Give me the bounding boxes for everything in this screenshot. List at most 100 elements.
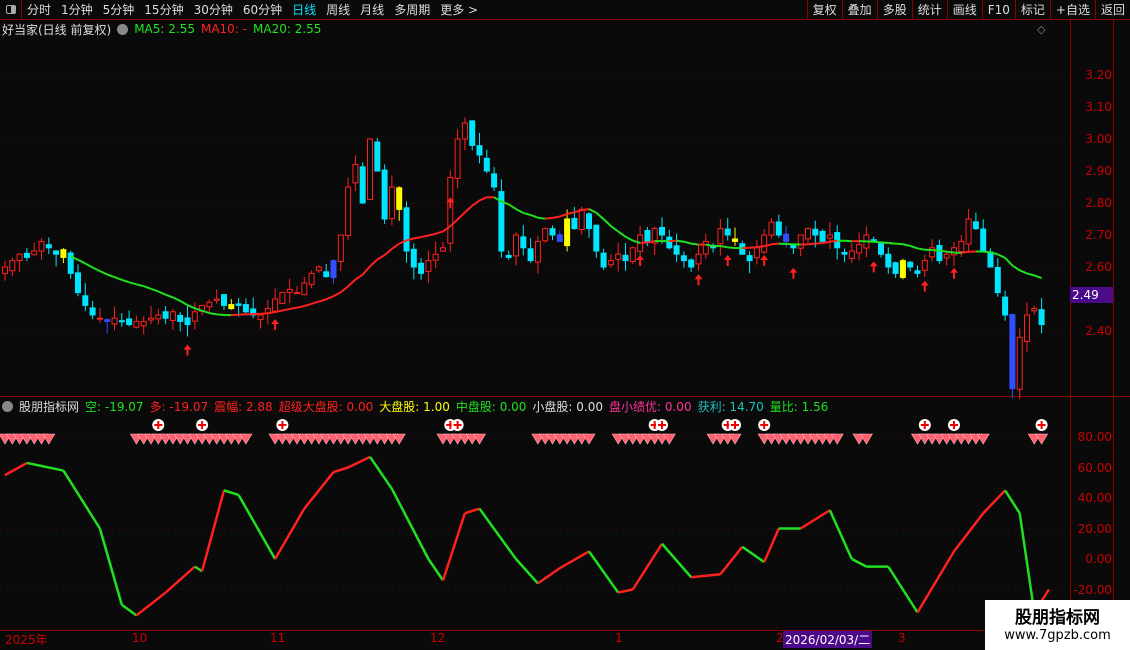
ma-line-segment [537, 216, 546, 220]
ma-line-segment [456, 211, 466, 221]
candle-body [1016, 336, 1023, 390]
ma-line-segment [296, 305, 305, 309]
candle-body [761, 234, 768, 253]
ma-line-segment [625, 235, 634, 242]
candle-body [96, 317, 103, 320]
candle-body [805, 228, 811, 240]
candle-body [367, 138, 373, 200]
candle-body [856, 244, 863, 254]
candle-body [75, 272, 81, 294]
candle-body [505, 254, 512, 258]
candle-body [213, 298, 220, 301]
ma-line-segment [77, 258, 86, 265]
ma-line-segment [128, 281, 137, 286]
candle-body [695, 253, 702, 265]
indicator-line-segment [135, 591, 167, 617]
ma-line-segment [822, 240, 831, 244]
date-label: 1 [615, 631, 623, 645]
candle-body [607, 260, 614, 266]
ma-line-segment [595, 212, 605, 220]
candle-body [162, 311, 169, 319]
candle-body [191, 311, 198, 322]
candle-body [38, 240, 45, 252]
price-axis-line [1070, 20, 1071, 630]
candle-body [673, 245, 680, 255]
candle-body [228, 304, 235, 310]
ma-line-segment [530, 214, 539, 219]
ma-line-segment [588, 208, 597, 214]
indicator-line-segment [741, 545, 765, 564]
date-label: 3 [898, 631, 906, 645]
candle-body [476, 145, 483, 156]
candle-body [907, 261, 914, 268]
price-axis-label: 2.60 [1085, 260, 1112, 274]
price-axis-label: 3.10 [1085, 100, 1112, 114]
indicator-line-segment [916, 550, 956, 614]
indicator-line-segment [691, 573, 721, 579]
ma-line-segment [376, 254, 386, 261]
indicator-line-segment [661, 542, 693, 579]
ma-line-segment [333, 291, 342, 298]
date-label: 11 [270, 631, 286, 645]
candle-body [812, 228, 819, 236]
ma-line-segment [267, 310, 276, 315]
ma-line-segment [369, 258, 378, 268]
ma-line-segment [691, 242, 699, 246]
candle-body [374, 141, 381, 172]
indicator-axis-label: 80.00 [1077, 430, 1112, 444]
candle-body [790, 244, 797, 249]
candle-body [461, 122, 468, 140]
ma-line-segment [391, 242, 400, 250]
candle-body [454, 138, 461, 179]
ma-line-segment [1026, 272, 1035, 277]
candle-body [148, 317, 154, 321]
watermark-name: 股朋指标网 [1015, 608, 1100, 628]
indicator-line-segment [62, 469, 101, 530]
candle-body [680, 255, 687, 262]
indicator-line-segment [719, 546, 744, 576]
ma-line-segment [1019, 269, 1028, 275]
candle-body [440, 247, 446, 252]
candle-body [330, 260, 337, 279]
watermark: 股朋指标网 www.7gpzb.com [985, 600, 1130, 650]
candle-body [659, 226, 665, 236]
price-axis-label: 2.70 [1085, 228, 1112, 242]
indicator-line-segment [828, 509, 853, 560]
candle-body [958, 240, 965, 253]
ma-line-segment [172, 296, 181, 302]
candle-body [425, 260, 432, 272]
candle-body [89, 307, 96, 316]
candle-body [126, 318, 133, 326]
candle-body [622, 254, 629, 262]
ma-line-segment [201, 309, 210, 315]
candle-body [491, 173, 498, 188]
buy-arrow-icon [694, 274, 703, 286]
ma-line-segment [888, 242, 896, 245]
candle-body [702, 240, 709, 255]
candle-body [169, 311, 176, 321]
candle-body [2, 266, 8, 274]
ma-line-segment [136, 283, 144, 288]
candle-body [301, 282, 308, 296]
chart-canvas[interactable] [0, 0, 1070, 630]
candle-body [396, 187, 403, 210]
candle-body [841, 251, 848, 255]
ma-line-segment [413, 236, 422, 240]
ma-line-segment [727, 246, 736, 249]
ma-line-segment [311, 300, 320, 305]
candle-body [732, 238, 738, 242]
toolbar-button[interactable]: 返回 [1094, 0, 1130, 20]
indicator-line-segment [1004, 489, 1021, 514]
ma-line-segment [756, 245, 765, 249]
indicator-line-segment [851, 557, 867, 568]
buy-arrow-icon [950, 267, 958, 279]
candle-body [45, 244, 52, 249]
ma-line-segment [961, 250, 969, 254]
indicator-line-segment [347, 455, 371, 469]
indicator-line-segment [200, 490, 226, 572]
candle-body [323, 271, 330, 278]
candle-body [286, 288, 293, 293]
candle-body [23, 252, 30, 258]
ma-line-segment [428, 232, 436, 237]
candle-body [965, 218, 972, 245]
